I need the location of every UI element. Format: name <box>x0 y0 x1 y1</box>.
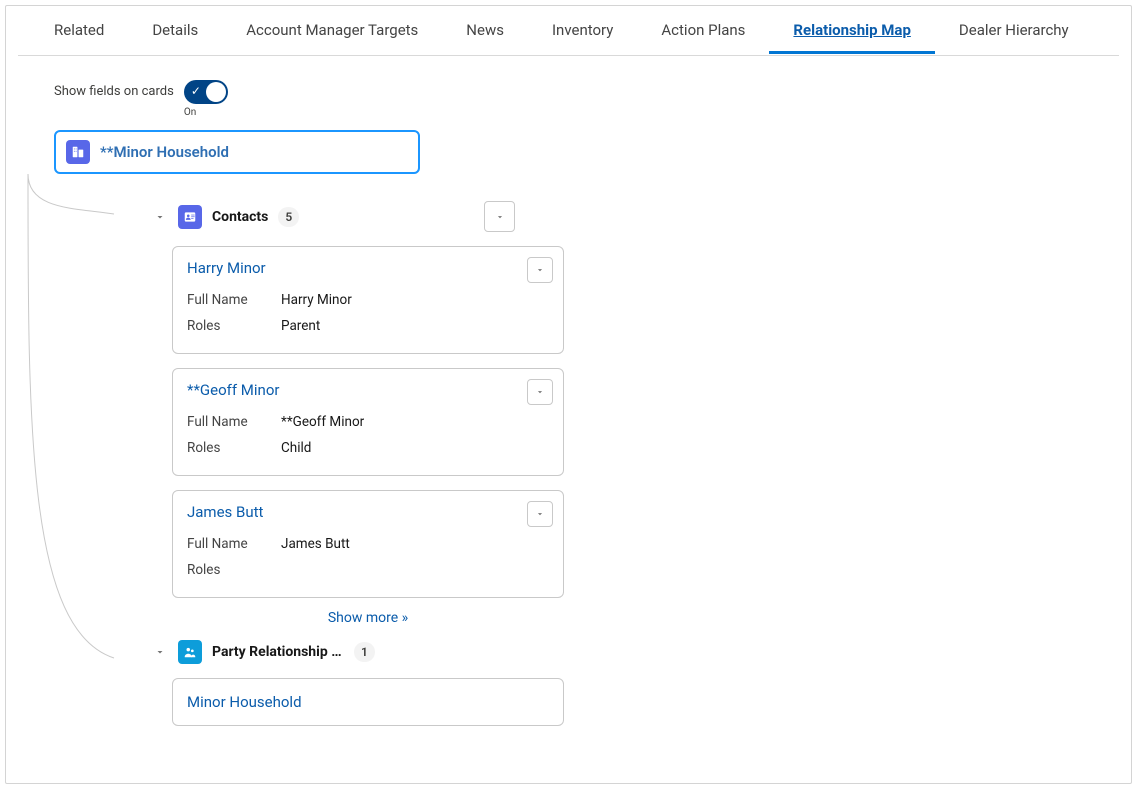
show-fields-toggle-row: Show fields on cards ✓ On <box>6 56 1131 130</box>
field-label-full-name: Full Name <box>187 414 281 430</box>
field-value-roles: Parent <box>281 318 320 334</box>
contacts-section-header: Contacts 5 <box>54 201 1131 232</box>
contact-name-link[interactable]: **Geoff Minor <box>187 381 551 399</box>
party-relationship-icon <box>178 640 202 664</box>
tree-area: **Minor Household Contacts 5 Harry Minor <box>6 130 1131 726</box>
contact-card-menu-button[interactable] <box>527 501 553 527</box>
root-account-title: **Minor Household <box>100 143 229 161</box>
field-label-full-name: Full Name <box>187 292 281 308</box>
contacts-section-menu-button[interactable] <box>484 201 515 232</box>
contacts-icon <box>178 205 202 229</box>
field-row: Full Name James Butt <box>187 531 551 557</box>
contacts-show-more-link[interactable]: Show more » <box>172 598 564 632</box>
chevron-down-icon[interactable] <box>152 209 168 225</box>
tab-relationship-map[interactable]: Relationship Map <box>769 7 934 54</box>
contact-card-menu-button[interactable] <box>527 257 553 283</box>
tab-bar: Related Details Account Manager Targets … <box>18 6 1119 56</box>
field-value-full-name: Harry Minor <box>281 292 352 308</box>
contacts-section-title: Contacts <box>212 209 268 225</box>
field-label-roles: Roles <box>187 440 281 456</box>
tab-action-plans[interactable]: Action Plans <box>637 7 769 54</box>
contact-name-link[interactable]: Harry Minor <box>187 259 551 277</box>
field-value-roles: Child <box>281 440 311 456</box>
tab-dealer-hierarchy[interactable]: Dealer Hierarchy <box>935 7 1093 54</box>
tab-news[interactable]: News <box>442 7 528 54</box>
party-cards-column: Minor Household <box>172 678 564 726</box>
field-row: Full Name **Geoff Minor <box>187 409 551 435</box>
field-row: Roles Child <box>187 435 551 461</box>
field-label-roles: Roles <box>187 318 281 334</box>
contact-card: **Geoff Minor Full Name **Geoff Minor Ro… <box>172 368 564 476</box>
root-account-card[interactable]: **Minor Household <box>54 130 420 174</box>
contact-name-link[interactable]: James Butt <box>187 503 551 521</box>
check-icon: ✓ <box>191 84 201 98</box>
party-name-link[interactable]: Minor Household <box>187 693 549 711</box>
show-fields-toggle-wrap: ✓ On <box>184 80 228 118</box>
chevron-down-icon[interactable] <box>152 644 168 660</box>
relationship-map-panel: Related Details Account Manager Targets … <box>5 5 1132 784</box>
tab-related[interactable]: Related <box>30 7 128 54</box>
contact-card: Harry Minor Full Name Harry Minor Roles … <box>172 246 564 354</box>
tab-inventory[interactable]: Inventory <box>528 7 637 54</box>
tab-account-manager-targets[interactable]: Account Manager Targets <box>222 7 442 54</box>
show-fields-toggle-label: Show fields on cards <box>54 80 174 99</box>
account-icon <box>66 140 90 164</box>
party-count-badge: 1 <box>354 642 375 662</box>
field-value-full-name: **Geoff Minor <box>281 414 364 430</box>
field-row: Roles Parent <box>187 313 551 339</box>
contact-card: James Butt Full Name James Butt Roles <box>172 490 564 598</box>
contacts-count-badge: 5 <box>278 207 299 227</box>
field-label-roles: Roles <box>187 562 281 578</box>
party-card: Minor Household <box>172 678 564 726</box>
field-row: Roles <box>187 557 551 583</box>
party-section-title: Party Relationship Groups <box>212 644 344 660</box>
party-section-header: Party Relationship Groups 1 <box>54 640 1131 664</box>
field-label-full-name: Full Name <box>187 536 281 552</box>
contacts-cards-column: Harry Minor Full Name Harry Minor Roles … <box>172 246 564 632</box>
toggle-state-text: On <box>184 107 228 118</box>
field-value-full-name: James Butt <box>281 536 350 552</box>
field-row: Full Name Harry Minor <box>187 287 551 313</box>
contact-card-menu-button[interactable] <box>527 379 553 405</box>
tab-details[interactable]: Details <box>128 7 222 54</box>
toggle-knob <box>206 82 226 102</box>
show-fields-toggle[interactable]: ✓ <box>184 80 228 104</box>
